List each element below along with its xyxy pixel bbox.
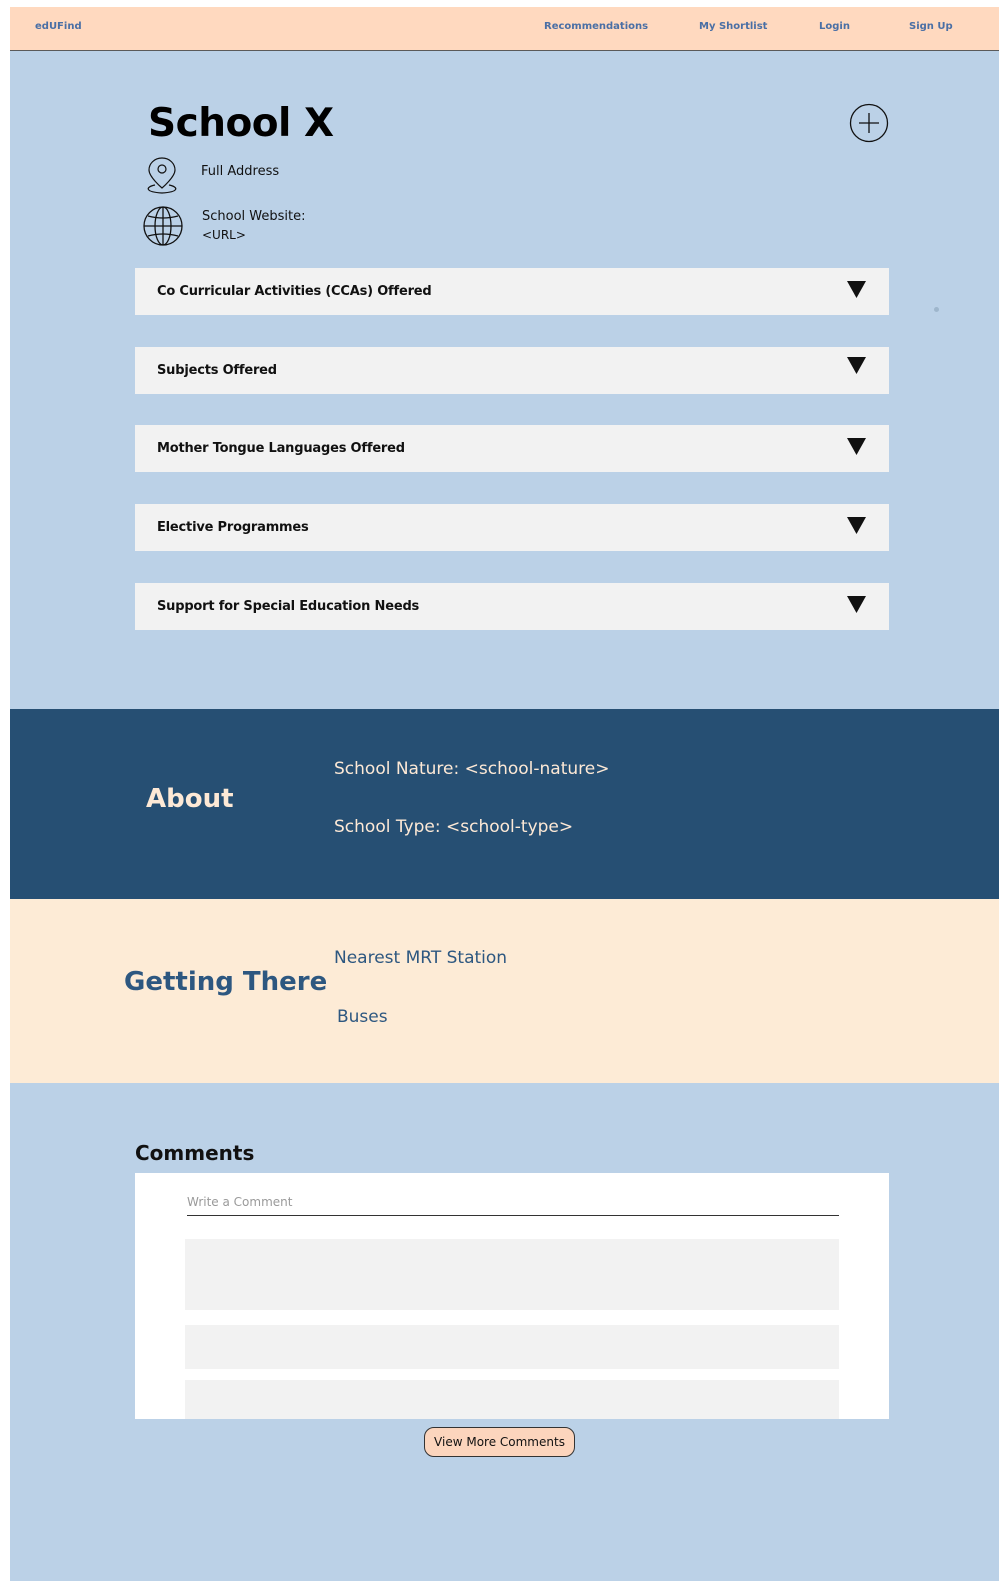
school-website-url[interactable]: <URL> [202,228,246,242]
accordion-ccas[interactable]: Co Curricular Activities (CCAs) Offered [135,268,889,315]
getting-there-section: Getting There Nearest MRT Station Buses [10,899,999,1083]
nav-login[interactable]: Login [819,21,850,32]
top-navbar: edUFind Recommendations My Shortlist Log… [10,7,999,51]
school-address: Full Address [201,164,280,179]
accordion-mother-tongue[interactable]: Mother Tongue Languages Offered [135,425,889,472]
about-section: About School Nature: <school-nature> Sch… [10,709,999,899]
comment-card [185,1380,839,1419]
dropdown-arrow-icon [847,281,866,298]
nav-my-shortlist[interactable]: My Shortlist [699,21,767,32]
buses: Buses [337,1007,388,1027]
school-nature: School Nature: <school-nature> [334,759,610,779]
accordion-special-education[interactable]: Support for Special Education Needs [135,583,889,630]
comments-title: Comments [135,1141,255,1165]
dropdown-arrow-icon [847,517,866,534]
globe-icon [143,206,183,246]
about-title: About [146,784,234,814]
accordion-elective-programmes[interactable]: Elective Programmes [135,504,889,551]
comment-input[interactable] [187,1189,839,1216]
accordion-label: Subjects Offered [157,363,277,378]
dropdown-arrow-icon [847,596,866,613]
brand-logo[interactable]: edUFind [35,21,82,32]
dropdown-arrow-icon [847,438,866,455]
view-more-comments-button[interactable]: View More Comments [424,1427,575,1457]
decorative-dot [934,307,939,312]
comment-card [185,1239,839,1310]
accordion-label: Co Curricular Activities (CCAs) Offered [157,284,432,299]
dropdown-arrow-icon [847,357,866,374]
accordion-label: Elective Programmes [157,520,309,535]
add-to-shortlist-icon[interactable] [849,103,889,143]
getting-there-title: Getting There [124,967,328,997]
accordion-label: Mother Tongue Languages Offered [157,441,405,456]
school-website-label: School Website: [202,209,306,224]
nearest-mrt-station: Nearest MRT Station [334,948,508,968]
accordion-subjects[interactable]: Subjects Offered [135,347,889,394]
accordion-label: Support for Special Education Needs [157,599,420,614]
school-title: School X [148,101,334,146]
nav-recommendations[interactable]: Recommendations [544,21,648,32]
page-frame: edUFind Recommendations My Shortlist Log… [10,7,999,1581]
nav-sign-up[interactable]: Sign Up [909,21,953,32]
comments-box [135,1173,889,1419]
location-pin-icon [147,157,177,194]
school-type: School Type: <school-type> [334,817,574,837]
comment-card [185,1325,839,1369]
